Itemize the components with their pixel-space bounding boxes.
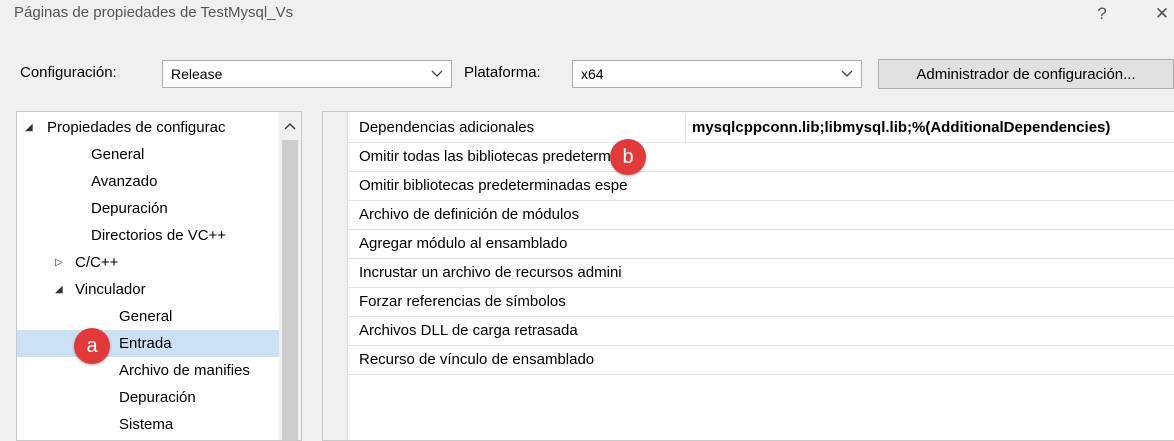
collapse-icon[interactable]: ◢ [55,276,63,303]
tree-item-input[interactable]: Entrada [17,330,279,357]
tree-item-debugging[interactable]: Depuración [91,195,168,222]
tree-item-system[interactable]: Sistema [119,411,173,438]
tree-item-label: Avanzado [91,173,158,190]
property-value[interactable]: mysqlcppconn.lib;libmysql.lib;%(Addition… [685,114,1174,142]
configuration-manager-button[interactable]: Administrador de configuración... [878,59,1174,89]
property-grid[interactable]: Dependencias adicionales mysqlcppconn.lib… [322,111,1174,441]
property-row[interactable]: Omitir bibliotecas predeterminadas espe [347,172,1174,201]
property-row[interactable]: Incrustar un archivo de recursos admini [347,259,1174,288]
tree-item-label: Depuración [91,200,168,217]
property-row[interactable]: Archivos DLL de carga retrasada [347,317,1174,346]
property-name: Omitir bibliotecas predeterminadas espe [359,177,628,194]
annotation-badge-a: a [74,328,110,364]
platform-label: Plataforma: [464,64,541,81]
tree-item-linker[interactable]: ◢ Vinculador [17,276,279,303]
help-button[interactable]: ? [1082,0,1122,28]
chevron-down-icon [423,70,451,78]
platform-value: x64 [581,66,604,82]
tree-item-manifest-file[interactable]: Archivo de manifies [119,357,250,384]
close-button[interactable]: ✕ [1142,0,1174,28]
property-name: Dependencias adicionales [359,119,535,136]
property-name: Forzar referencias de símbolos [359,293,566,310]
tree-item-cpp[interactable]: ▷ C/C++ [17,249,279,276]
tree-item-label: Archivo de manifies [119,362,250,379]
tree-item-label: C/C++ [75,254,119,271]
close-icon: ✕ [1154,4,1170,23]
tree-item-vc-directories[interactable]: Directorios de VC++ [91,222,226,249]
property-row[interactable]: Archivo de definición de módulos [347,201,1174,230]
platform-dropdown[interactable]: x64 [572,60,862,88]
property-row[interactable]: Forzar referencias de símbolos [347,288,1174,317]
help-icon: ? [1097,4,1107,23]
tree-item-label: Directorios de VC++ [91,227,227,244]
property-row[interactable]: Agregar módulo al ensamblado [347,230,1174,259]
tree-item-label: Propiedades de configurac [47,119,226,136]
property-tree[interactable]: ◢ Propiedades de configurac General Avan… [16,111,302,441]
grid-category-strip [323,112,348,440]
property-row[interactable]: Omitir todas las bibliotecas predetermir [347,143,1174,172]
scroll-up-arrow-icon[interactable] [279,116,301,136]
expand-icon[interactable]: ▷ [55,249,63,276]
tree-item-linker-general[interactable]: General [119,303,172,330]
property-row[interactable]: Dependencias adicionales mysqlcppconn.lib… [347,114,1174,143]
tree-item-label: General [91,146,145,163]
property-name: Incrustar un archivo de recursos admini [359,264,622,281]
chevron-down-icon [833,70,861,78]
annotation-badge-b: b [610,139,646,175]
tree-item-label: General [119,308,173,325]
tree-item-label: Vinculador [75,281,146,298]
tree-item-advanced[interactable]: Avanzado [91,168,157,195]
tree-scrollbar[interactable] [279,112,301,440]
configuration-dropdown[interactable]: Release [162,60,452,88]
property-name: Archivo de definición de módulos [359,206,580,223]
scrollbar-thumb[interactable] [282,140,298,440]
property-name: Recurso de vínculo de ensamblado [359,351,595,368]
configuration-label: Configuración: [20,64,117,81]
tree-item-label: Depuración [119,389,196,406]
property-name: Agregar módulo al ensamblado [359,235,568,252]
tree-item-linker-debugging[interactable]: Depuración [119,384,196,411]
window-title: Páginas de propiedades de TestMysql_Vs [14,4,294,21]
configuration-value: Release [171,66,223,82]
tree-item-general[interactable]: General [91,141,144,168]
tree-item-label: Entrada [119,335,172,352]
collapse-icon[interactable]: ◢ [25,114,33,141]
property-name: Archivos DLL de carga retrasada [359,322,578,339]
tree-item-configuration-properties[interactable]: ◢ Propiedades de configurac [17,114,279,141]
property-row[interactable]: Recurso de vínculo de ensamblado [347,346,1174,375]
tree-item-label: Sistema [119,416,174,433]
